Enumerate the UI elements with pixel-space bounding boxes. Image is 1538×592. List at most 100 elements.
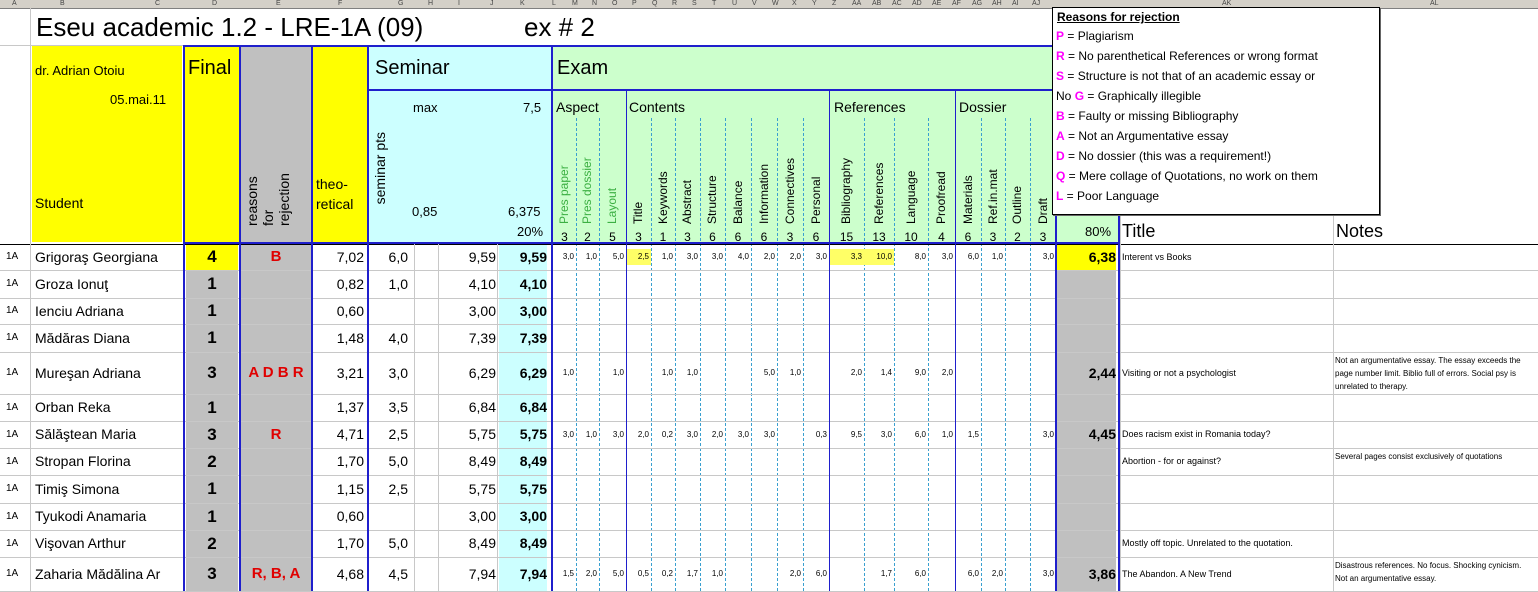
criterion-score[interactable]: 2,0 bbox=[576, 566, 599, 582]
column-letter[interactable]: O bbox=[612, 0, 617, 7]
criterion-score[interactable]: 5,0 bbox=[599, 566, 626, 582]
column-letter[interactable]: AK bbox=[1222, 0, 1231, 7]
spreadsheet-grid[interactable]: Eseu academic 1.2 - LRE-1A (09) ex # 2 d… bbox=[0, 7, 1538, 592]
seminar-points[interactable]: 1,0 bbox=[370, 270, 408, 298]
rejection-reasons[interactable]: R, B, A bbox=[240, 557, 312, 591]
criterion-score[interactable]: 3,0 bbox=[553, 427, 576, 443]
group-cell[interactable]: 1A bbox=[6, 448, 28, 475]
rejection-reasons[interactable] bbox=[240, 503, 312, 530]
student-name[interactable]: Mureşan Adriana bbox=[35, 352, 183, 394]
seminar-total[interactable]: 3,00 bbox=[499, 298, 547, 324]
criterion-score[interactable]: 10,0 bbox=[864, 249, 894, 265]
exam-total[interactable]: 6,38 bbox=[1056, 244, 1116, 270]
column-letter[interactable]: C bbox=[155, 0, 160, 7]
essay-title[interactable]: Does racism exist in Romania today? bbox=[1122, 421, 1332, 448]
seminar-calc[interactable]: 9,59 bbox=[440, 244, 496, 270]
column-letter[interactable]: AD bbox=[912, 0, 922, 7]
seminar-total[interactable]: 8,49 bbox=[499, 448, 547, 475]
notes-text[interactable]: Not an argumentative essay. The essay ex… bbox=[1335, 354, 1535, 393]
column-letter[interactable]: F bbox=[338, 0, 342, 7]
student-row[interactable]: 1A Ienciu Adriana 1 0,60 3,00 3,00 bbox=[0, 298, 1538, 324]
student-row[interactable]: 1A Grigoraş Georgiana 4 B 7,02 6,0 9,59 9,59 3,0… bbox=[0, 244, 1538, 270]
final-grade[interactable]: 1 bbox=[186, 298, 238, 324]
seminar-total[interactable]: 5,75 bbox=[499, 475, 547, 503]
group-cell[interactable]: 1A bbox=[6, 503, 28, 530]
student-row[interactable]: 1A Mureşan Adriana 3 A D B R 3,21 3,0 6,29 6,29… bbox=[0, 352, 1538, 394]
seminar-total[interactable]: 6,84 bbox=[499, 394, 547, 421]
group-cell[interactable]: 1A bbox=[6, 530, 28, 557]
rejection-reasons[interactable] bbox=[240, 270, 312, 298]
exam-total[interactable] bbox=[1056, 475, 1116, 503]
criterion-score[interactable]: 1,0 bbox=[777, 365, 803, 381]
criterion-score[interactable]: 1,0 bbox=[651, 249, 675, 265]
student-row[interactable]: 1A Orban Reka 1 1,37 3,5 6,84 6,84 bbox=[0, 394, 1538, 421]
column-letter[interactable]: AF bbox=[952, 0, 961, 7]
final-grade[interactable]: 1 bbox=[186, 394, 238, 421]
seminar-calc[interactable]: 8,49 bbox=[440, 448, 496, 475]
seminar-points[interactable]: 5,0 bbox=[370, 530, 408, 557]
notes-text[interactable]: Disastrous references. No focus. Shockin… bbox=[1335, 559, 1535, 585]
criterion-score[interactable]: 6,0 bbox=[803, 566, 829, 582]
rejection-reasons[interactable] bbox=[240, 448, 312, 475]
seminar-points[interactable]: 2,5 bbox=[370, 475, 408, 503]
criterion-score[interactable]: 1,0 bbox=[981, 249, 1005, 265]
column-letter[interactable]: I bbox=[458, 0, 460, 7]
essay-title[interactable]: Visiting or not a psychologist bbox=[1122, 352, 1332, 394]
criterion-score[interactable]: 3,0 bbox=[928, 249, 955, 265]
criterion-score[interactable]: 1,4 bbox=[864, 365, 894, 381]
student-name[interactable]: Stropan Florina bbox=[35, 448, 183, 475]
student-name[interactable]: Timiş Simona bbox=[35, 475, 183, 503]
column-letter[interactable]: AG bbox=[972, 0, 982, 7]
seminar-calc[interactable]: 6,84 bbox=[440, 394, 496, 421]
group-cell[interactable]: 1A bbox=[6, 352, 28, 394]
criterion-score[interactable]: 0,2 bbox=[651, 566, 675, 582]
column-letter[interactable]: H bbox=[428, 0, 433, 7]
criterion-score[interactable]: 8,0 bbox=[894, 249, 928, 265]
rejection-reasons[interactable] bbox=[240, 394, 312, 421]
group-cell[interactable]: 1A bbox=[6, 244, 28, 270]
student-name[interactable]: Grigoraş Georgiana bbox=[35, 244, 183, 270]
criterion-score[interactable]: 3,0 bbox=[725, 427, 751, 443]
final-grade[interactable]: 3 bbox=[186, 352, 238, 394]
criterion-score[interactable]: 2,0 bbox=[928, 365, 955, 381]
student-row[interactable]: 1A Timiş Simona 1 1,15 2,5 5,75 5,75 bbox=[0, 475, 1538, 503]
theoretical-value[interactable]: 1,37 bbox=[313, 394, 364, 421]
column-letter[interactable]: Y bbox=[812, 0, 817, 7]
seminar-calc[interactable]: 3,00 bbox=[440, 503, 496, 530]
seminar-points[interactable]: 2,5 bbox=[370, 421, 408, 448]
criterion-score[interactable]: 2,0 bbox=[751, 249, 777, 265]
student-row[interactable]: 1A Sălăştean Maria 3 R 4,71 2,5 5,75 5,75 3,0 1,0… bbox=[0, 421, 1538, 448]
criterion-score[interactable]: 1,7 bbox=[675, 566, 700, 582]
group-cell[interactable]: 1A bbox=[6, 557, 28, 591]
essay-title[interactable]: The Abandon. A New Trend bbox=[1122, 557, 1332, 591]
seminar-calc[interactable]: 5,75 bbox=[440, 421, 496, 448]
column-letter[interactable]: AA bbox=[852, 0, 861, 7]
notes-text[interactable]: Several pages consist exclusively of quo… bbox=[1335, 450, 1535, 463]
criterion-score[interactable]: 5,0 bbox=[599, 249, 626, 265]
criterion-score[interactable]: 9,5 bbox=[829, 427, 864, 443]
column-letter[interactable]: G bbox=[398, 0, 403, 7]
theoretical-value[interactable]: 4,68 bbox=[313, 557, 364, 591]
criterion-score[interactable]: 1,0 bbox=[928, 427, 955, 443]
criterion-score[interactable]: 2,0 bbox=[777, 249, 803, 265]
column-letter[interactable]: Z bbox=[832, 0, 836, 7]
seminar-calc[interactable]: 6,29 bbox=[440, 352, 496, 394]
final-grade[interactable]: 1 bbox=[186, 503, 238, 530]
seminar-points[interactable]: 4,5 bbox=[370, 557, 408, 591]
criterion-score[interactable]: 2,0 bbox=[700, 427, 725, 443]
criterion-score[interactable]: 6,0 bbox=[955, 566, 981, 582]
student-row[interactable]: 1A Groza Ionuţ 1 0,82 1,0 4,10 4,10 bbox=[0, 270, 1538, 298]
criterion-score[interactable]: 6,0 bbox=[955, 249, 981, 265]
student-name[interactable]: Vişovan Arthur bbox=[35, 530, 183, 557]
criterion-score[interactable]: 3,0 bbox=[675, 249, 700, 265]
criterion-score[interactable]: 1,0 bbox=[553, 365, 576, 381]
exam-total[interactable] bbox=[1056, 503, 1116, 530]
criterion-score[interactable]: 1,0 bbox=[576, 427, 599, 443]
criterion-score[interactable]: 9,0 bbox=[894, 365, 928, 381]
seminar-total[interactable]: 7,39 bbox=[499, 324, 547, 352]
column-letter[interactable]: M bbox=[572, 0, 578, 7]
criterion-score[interactable]: 1,0 bbox=[675, 365, 700, 381]
final-grade[interactable]: 1 bbox=[186, 270, 238, 298]
criterion-score[interactable]: 3,0 bbox=[553, 249, 576, 265]
seminar-calc[interactable]: 3,00 bbox=[440, 298, 496, 324]
